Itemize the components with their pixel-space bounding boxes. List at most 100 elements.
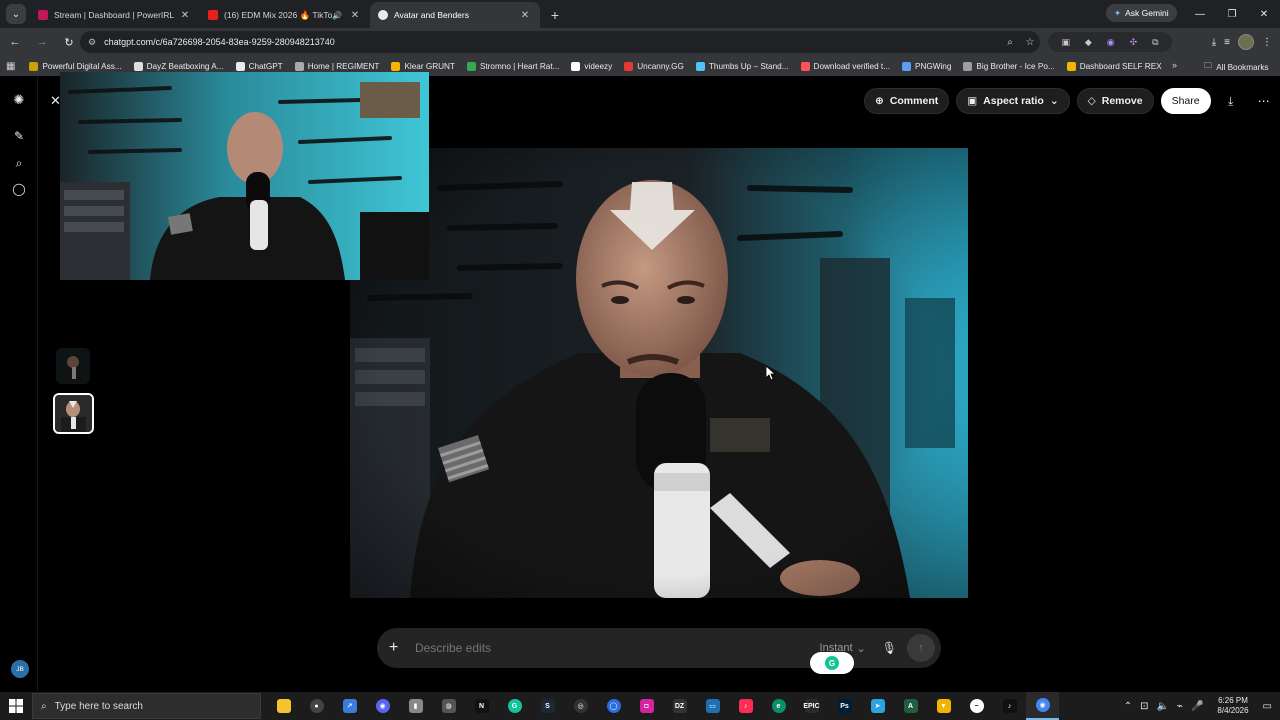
send-button[interactable]: ↑ bbox=[907, 634, 935, 662]
apps-grid-icon[interactable]: ▦ bbox=[6, 61, 15, 72]
describe-edits-input[interactable] bbox=[415, 641, 820, 655]
comment-button[interactable]: ⊕ Comment bbox=[864, 88, 950, 114]
usb-icon[interactable]: ⌁ bbox=[1177, 701, 1183, 712]
bookmark-item[interactable]: DayZ Beatboxing A... bbox=[133, 61, 224, 71]
aspect-ratio-button[interactable]: ▣ Aspect ratio ⌄ bbox=[956, 88, 1070, 114]
remove-button[interactable]: ◇ Remove bbox=[1076, 88, 1154, 114]
microphone-tray-icon[interactable]: 🎤 bbox=[1191, 701, 1203, 712]
share-button[interactable]: Share bbox=[1160, 88, 1211, 114]
taskbar-app-obs[interactable]: ● bbox=[300, 692, 333, 720]
bookmark-item[interactable]: Klear GRUNT bbox=[391, 61, 455, 71]
bookmark-item[interactable]: Home | REGIMENT bbox=[294, 61, 379, 71]
extension-square-icon[interactable]: ▣ bbox=[1061, 37, 1070, 48]
media-controls-icon[interactable]: ≡ bbox=[1224, 37, 1230, 48]
speaker-icon[interactable]: 🔊 bbox=[332, 11, 342, 20]
volume-icon[interactable]: 🔈 bbox=[1156, 701, 1168, 712]
taskbar-app-capcut[interactable]: ♪ bbox=[729, 692, 762, 720]
taskbar-search[interactable]: ⌕ Type here to search bbox=[32, 693, 261, 719]
thumbnail-original[interactable] bbox=[56, 348, 90, 384]
tab-stream-dashboard[interactable]: Stream | Dashboard | PowerIRL ✕ bbox=[30, 2, 200, 28]
start-button[interactable] bbox=[0, 692, 32, 720]
address-bar[interactable]: ⚙ chatgpt.com/c/6a726698-2054-83ea-9259-… bbox=[80, 31, 1040, 53]
profile-avatar[interactable] bbox=[1238, 34, 1254, 50]
bookmark-item[interactable]: PNGWing bbox=[902, 61, 951, 71]
extension-puzzle-color-icon[interactable]: ✣ bbox=[1130, 37, 1138, 48]
taskbar-app-app-minus[interactable]: − bbox=[960, 692, 993, 720]
bookmark-item[interactable]: Powerful Digital Ass... bbox=[29, 61, 122, 71]
minimize-icon[interactable]: — bbox=[1184, 0, 1216, 28]
tab-avatar-and-benders[interactable]: Avatar and Benders ✕ bbox=[370, 2, 540, 28]
bookmark-item[interactable]: Big Brother - Ice Po... bbox=[963, 61, 1055, 71]
extension-diamond-icon[interactable]: ◆ bbox=[1085, 37, 1092, 48]
close-window-icon[interactable]: ✕ bbox=[1248, 0, 1280, 28]
thumbnail-image bbox=[55, 395, 92, 432]
taskbar-app-usb-app[interactable]: ▮ bbox=[399, 692, 432, 720]
extensions-puzzle-icon[interactable]: ⧉ bbox=[1152, 37, 1158, 48]
tab-search-button[interactable]: ⌄ bbox=[6, 4, 26, 24]
bookmark-item[interactable]: Dashboard SELF REX bbox=[1066, 61, 1162, 71]
bookmark-item[interactable]: Thumbs Up – Stand... bbox=[695, 61, 789, 71]
openai-logo-icon[interactable]: ✺ bbox=[9, 90, 29, 110]
tab-edm-mix[interactable]: (16) EDM Mix 2026 🔥 TikTo 🔊 ✕ bbox=[200, 2, 370, 28]
user-avatar[interactable]: JB bbox=[11, 660, 29, 678]
download-image-icon[interactable]: ⤓ bbox=[1218, 88, 1244, 114]
bookmark-item[interactable]: Stromno | Heart Rat... bbox=[466, 61, 559, 71]
grammarly-widget[interactable]: G bbox=[810, 652, 854, 674]
taskbar-app-app-v[interactable]: ▼ bbox=[927, 692, 960, 720]
taskbar-app-discord[interactable]: ◉ bbox=[366, 692, 399, 720]
search-icon[interactable]: ⌕ bbox=[9, 153, 29, 173]
site-info-icon[interactable]: ⚙ bbox=[88, 37, 96, 48]
new-tab-button[interactable]: + bbox=[544, 4, 566, 26]
edited-image[interactable] bbox=[350, 148, 968, 598]
network-icon[interactable]: ⊡ bbox=[1140, 701, 1148, 712]
taskbar-app-app-ring[interactable]: ◯ bbox=[597, 692, 630, 720]
add-attachment-icon[interactable]: + bbox=[389, 639, 409, 657]
taskbar-app-grammarly[interactable]: G bbox=[498, 692, 531, 720]
bookmark-star-icon[interactable]: ☆ bbox=[1020, 37, 1040, 48]
close-tab-icon[interactable]: ✕ bbox=[348, 10, 362, 21]
all-bookmarks-button[interactable]: 🗀 All Bookmarks bbox=[1204, 60, 1269, 74]
taskbar-app-app-a[interactable]: A bbox=[894, 692, 927, 720]
url-text[interactable]: chatgpt.com/c/6a726698-2054-83ea-9259-28… bbox=[104, 37, 1000, 47]
taskbar-app-photoshop[interactable]: Ps bbox=[828, 692, 861, 720]
app-circle-icon: ◍ bbox=[441, 699, 456, 713]
zoom-icon[interactable]: ⌕ bbox=[1000, 37, 1020, 48]
chrome-menu-icon[interactable]: ⋮ bbox=[1262, 37, 1272, 48]
thumbnail-edited[interactable] bbox=[53, 393, 94, 434]
taskbar-app-dzl[interactable]: DZ bbox=[663, 692, 696, 720]
clock[interactable]: 6:26 PM 8/4/2026 bbox=[1217, 696, 1248, 716]
close-tab-icon[interactable]: ✕ bbox=[178, 10, 192, 21]
bookmark-item[interactable]: ChatGPT bbox=[235, 61, 283, 71]
microphone-icon[interactable]: 🎙 bbox=[882, 641, 897, 655]
taskbar-app-app-window[interactable]: ▭ bbox=[696, 692, 729, 720]
forward-button[interactable]: → bbox=[30, 30, 54, 54]
taskbar-app-file-explorer[interactable] bbox=[267, 692, 300, 720]
taskbar-app-telegram[interactable]: ➤ bbox=[861, 692, 894, 720]
taskbar-app-instagram[interactable]: ◘ bbox=[630, 692, 663, 720]
chat-bubble-icon[interactable]: ◯ bbox=[9, 179, 29, 199]
new-chat-icon[interactable]: ✎ bbox=[9, 126, 29, 146]
taskbar-app-steam[interactable]: S bbox=[531, 692, 564, 720]
ask-gemini-button[interactable]: ✦ Ask Gemini bbox=[1106, 4, 1177, 22]
more-bookmarks-icon[interactable]: » bbox=[1172, 60, 1177, 70]
taskbar-app-app-circle[interactable]: ◍ bbox=[432, 692, 465, 720]
chevron-up-icon[interactable]: ⌃ bbox=[1124, 701, 1132, 712]
restore-icon[interactable]: ❐ bbox=[1216, 0, 1248, 28]
bookmark-item[interactable]: Download verified t... bbox=[800, 61, 890, 71]
taskbar-app-netflix[interactable]: N bbox=[465, 692, 498, 720]
bookmark-item[interactable]: videezy bbox=[571, 61, 612, 71]
reload-button[interactable]: ↻ bbox=[57, 30, 81, 54]
taskbar-app-edge[interactable]: e bbox=[762, 692, 795, 720]
taskbar-app-chrome[interactable]: ◉ bbox=[1026, 692, 1059, 720]
taskbar-app-epic[interactable]: EPIC bbox=[795, 692, 828, 720]
close-tab-icon[interactable]: ✕ bbox=[518, 10, 532, 21]
download-icon[interactable]: ⤓ bbox=[1212, 37, 1216, 48]
back-button[interactable]: ← bbox=[3, 30, 27, 54]
bookmark-item[interactable]: Uncanny.GG bbox=[624, 61, 684, 71]
extension-swirl-icon[interactable]: ◉ bbox=[1107, 37, 1115, 48]
more-options-icon[interactable]: ⋯ bbox=[1251, 88, 1277, 114]
taskbar-app-app-disc[interactable]: ◎ bbox=[564, 692, 597, 720]
taskbar-app-tiktok[interactable]: ♪ bbox=[993, 692, 1026, 720]
taskbar-app-app-blue[interactable]: ↗ bbox=[333, 692, 366, 720]
notifications-icon[interactable]: ▭ bbox=[1263, 701, 1272, 712]
